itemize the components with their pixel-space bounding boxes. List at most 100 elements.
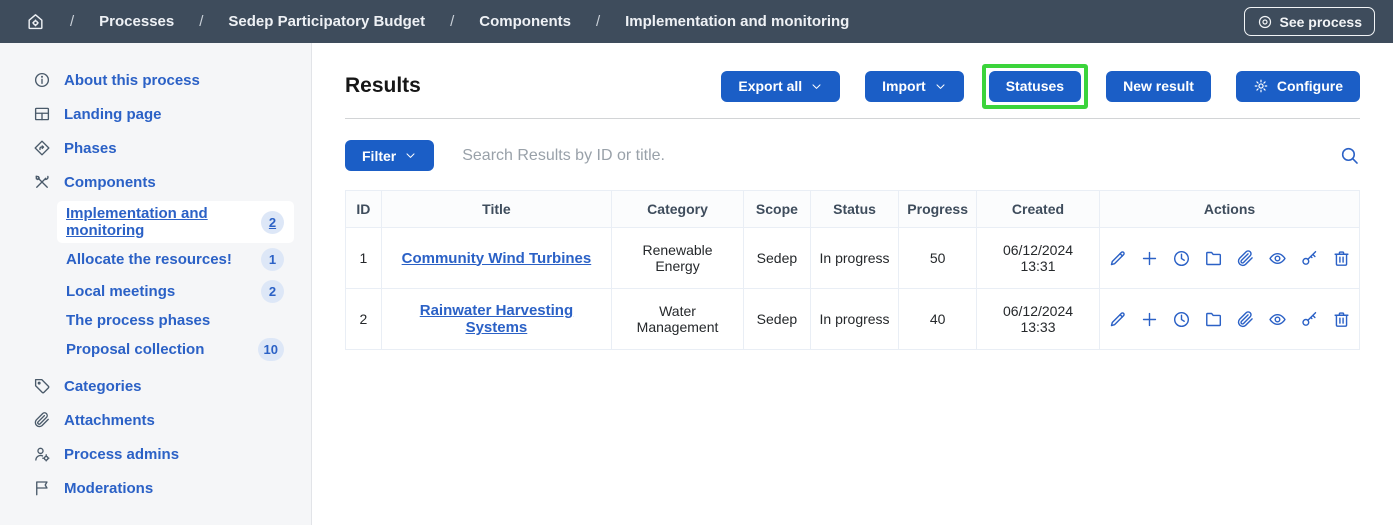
column-header-title: Title — [381, 191, 611, 228]
sidebar-item-label: Process admins — [64, 446, 179, 463]
see-process-button[interactable]: See process — [1244, 7, 1376, 36]
column-header-scope: Scope — [744, 191, 811, 228]
sidebar-item-process-admins[interactable]: Process admins — [0, 437, 311, 471]
action-icons — [1108, 249, 1351, 268]
result-scope: Sedep — [744, 228, 811, 289]
edit-icon[interactable] — [1108, 310, 1127, 329]
result-title-link[interactable]: Community Wind Turbines — [402, 250, 592, 267]
sidebar-item-phases[interactable]: Phases — [0, 131, 311, 165]
eye-icon[interactable] — [1268, 310, 1287, 329]
sidebar-subitem-label: The process phases — [66, 312, 210, 329]
sidebar-item-landing-page[interactable]: Landing page — [0, 97, 311, 131]
sidebar-item-categories[interactable]: Categories — [0, 369, 311, 403]
paperclip-icon[interactable] — [1236, 310, 1255, 329]
trash-icon[interactable] — [1332, 249, 1351, 268]
paperclip-icon — [33, 411, 51, 429]
result-scope: Sedep — [744, 289, 811, 350]
statuses-label: Statuses — [1006, 78, 1064, 94]
result-category: Renewable Energy — [612, 228, 744, 289]
column-header-progress: Progress — [899, 191, 977, 228]
result-created: 06/12/202413:31 — [977, 228, 1100, 289]
breadcrumb-separator: / — [70, 13, 74, 30]
edit-icon[interactable] — [1108, 249, 1127, 268]
flag-icon — [33, 479, 51, 497]
key-icon[interactable] — [1300, 310, 1319, 329]
breadcrumb-item-components[interactable]: Components — [479, 13, 571, 30]
folder-icon[interactable] — [1204, 310, 1223, 329]
import-button[interactable]: Import — [865, 71, 964, 102]
paperclip-icon[interactable] — [1236, 249, 1255, 268]
sidebar-item-about-this-process[interactable]: About this process — [0, 63, 311, 97]
filter-button[interactable]: Filter — [345, 140, 434, 171]
created-date: 06/12/2024 — [985, 242, 1091, 258]
plus-icon[interactable] — [1140, 249, 1159, 268]
column-header-status: Status — [810, 191, 899, 228]
table-row: 2 Rainwater Harvesting Systems Water Manag… — [346, 289, 1360, 350]
sidebar-subitem-label: Proposal collection — [66, 341, 204, 358]
sidebar-item-label: Components — [64, 174, 156, 191]
circle-dot-icon — [1257, 14, 1273, 30]
sidebar-subitem-label: Implementation and monitoring — [66, 205, 261, 239]
sidebar-subitem-implementation-and-monitoring[interactable]: Implementation and monitoring2 — [57, 201, 294, 243]
eye-icon[interactable] — [1268, 249, 1287, 268]
breadcrumb-item-processes[interactable]: Processes — [99, 13, 174, 30]
filter-label: Filter — [362, 148, 396, 164]
new-result-button[interactable]: New result — [1106, 71, 1211, 102]
clock-icon[interactable] — [1172, 310, 1191, 329]
chevron-down-icon — [810, 80, 823, 93]
sidebar-item-label: Phases — [64, 140, 117, 157]
column-header-category: Category — [612, 191, 744, 228]
main-content: Results Export all Import Statuses New r… — [312, 43, 1393, 525]
configure-button[interactable]: Configure — [1236, 71, 1360, 102]
clock-icon[interactable] — [1172, 249, 1191, 268]
action-icons — [1108, 310, 1351, 329]
folder-icon[interactable] — [1204, 249, 1223, 268]
search-input[interactable] — [460, 146, 1313, 166]
chevron-down-icon — [934, 80, 947, 93]
plus-icon[interactable] — [1140, 310, 1159, 329]
result-title-link[interactable]: Rainwater Harvesting Systems — [420, 302, 573, 336]
column-header-id: ID — [346, 191, 382, 228]
home-icon[interactable] — [26, 12, 45, 31]
column-header-actions: Actions — [1100, 191, 1360, 228]
result-title-cell: Rainwater Harvesting Systems — [381, 289, 611, 350]
table-row: 1 Community Wind Turbines Renewable Energy… — [346, 228, 1360, 289]
result-category: Water Management — [612, 289, 744, 350]
column-header-created: Created — [977, 191, 1100, 228]
sidebar-subitem-allocate-the-resources[interactable]: Allocate the resources!1 — [57, 244, 294, 275]
key-icon[interactable] — [1300, 249, 1319, 268]
result-id: 1 — [346, 228, 382, 289]
search-icon[interactable] — [1339, 145, 1360, 166]
sidebar-item-moderations[interactable]: Moderations — [0, 471, 311, 505]
result-actions — [1100, 228, 1360, 289]
configure-label: Configure — [1277, 78, 1343, 94]
header-actions: Export all Import Statuses New result — [721, 71, 1360, 102]
export-all-label: Export all — [738, 78, 802, 94]
export-all-button[interactable]: Export all — [721, 71, 840, 102]
statuses-button[interactable]: Statuses — [989, 71, 1081, 102]
sidebar-item-components[interactable]: Components — [0, 165, 311, 199]
tools-icon — [33, 173, 51, 191]
gear-icon — [1253, 78, 1269, 94]
sidebar: About this processLanding page Phases Comp… — [0, 43, 312, 525]
header-divider — [345, 118, 1360, 119]
breadcrumb: /Processes/Sedep Participatory Budget/Co… — [26, 12, 1244, 31]
trash-icon[interactable] — [1332, 310, 1351, 329]
breadcrumb-separator: / — [199, 13, 203, 30]
created-time: 13:31 — [985, 258, 1091, 274]
sidebar-subitem-the-process-phases[interactable]: The process phases — [57, 308, 294, 333]
sidebar-subitem-proposal-collection[interactable]: Proposal collection10 — [57, 334, 294, 365]
breadcrumb-item-sedep-participatory-budget[interactable]: Sedep Participatory Budget — [228, 13, 425, 30]
created-time: 13:33 — [985, 319, 1091, 335]
topbar: /Processes/Sedep Participatory Budget/Co… — [0, 0, 1393, 43]
result-title-cell: Community Wind Turbines — [381, 228, 611, 289]
sidebar-item-attachments[interactable]: Attachments — [0, 403, 311, 437]
statuses-highlight-box: Statuses — [982, 64, 1088, 109]
count-badge: 2 — [261, 211, 284, 234]
count-badge: 1 — [261, 248, 284, 271]
breadcrumb-item-implementation-and-monitoring: Implementation and monitoring — [625, 13, 849, 30]
result-id: 2 — [346, 289, 382, 350]
sidebar-item-label: Attachments — [64, 412, 155, 429]
result-status: In progress — [810, 228, 899, 289]
sidebar-subitem-local-meetings[interactable]: Local meetings2 — [57, 276, 294, 307]
